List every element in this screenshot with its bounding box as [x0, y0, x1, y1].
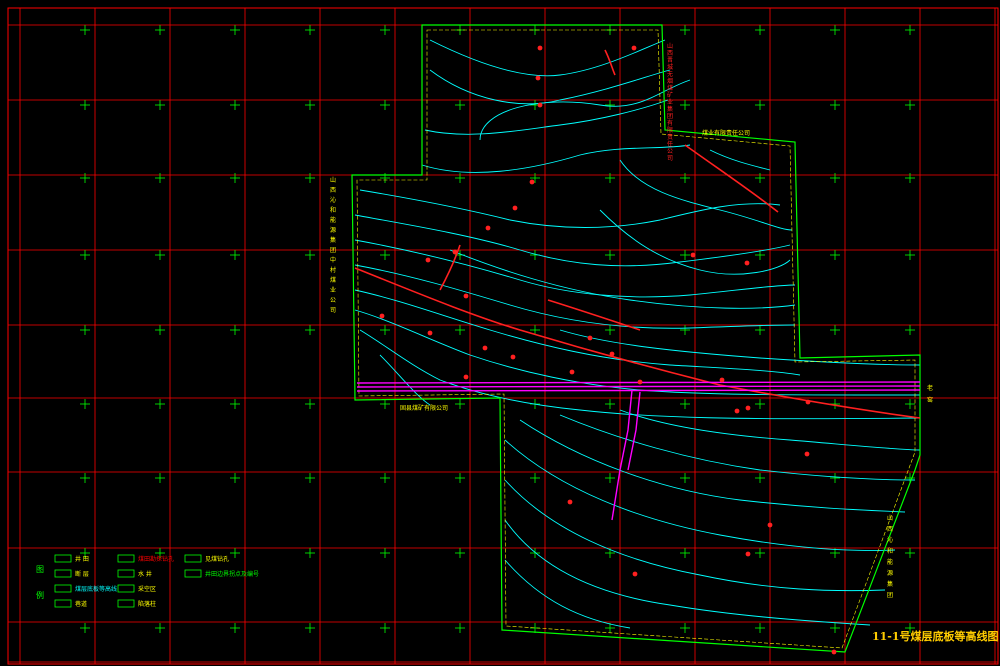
borehole-point: [587, 335, 593, 341]
boundary-label-left: 源: [330, 226, 336, 234]
legend-item-label: 井 田: [75, 555, 89, 563]
boundary-label-top-right: 任: [667, 140, 673, 148]
boundary-label-top-right: 司: [667, 155, 673, 162]
borehole-point: [804, 451, 810, 457]
borehole-point: [734, 408, 740, 414]
borehole-point: [537, 45, 543, 51]
borehole-point: [745, 551, 751, 557]
boundary-label-left: 中: [330, 256, 336, 264]
boundary-label-top-right: 公: [667, 148, 673, 155]
legend-item-label: 断 层: [75, 570, 89, 578]
boundary-label-bottom: 固县煤矿有限公司: [400, 404, 448, 412]
borehole-point: [745, 405, 751, 411]
legend-item-label: 见煤钻孔: [205, 555, 229, 563]
drawing-title: 11-1号煤层底板等高线图: [872, 629, 999, 643]
boundary-label-top-right: 业: [667, 98, 673, 106]
legend-item-label: 煤层底板等高线: [75, 585, 117, 593]
boundary-label-top-right: 烟: [667, 77, 673, 85]
boundary-label-left: 和: [330, 206, 336, 214]
boundary-label-right: 老: [927, 384, 933, 392]
boundary-label-top-right: 有: [667, 119, 673, 127]
boundary-label-top-right: 矿: [667, 91, 673, 99]
roadway-line: [356, 389, 921, 392]
borehole-point: [609, 351, 615, 357]
borehole-point: [485, 225, 491, 231]
borehole-point: [690, 252, 696, 258]
legend-item-label: 水 井: [138, 570, 152, 578]
boundary-label-right-lower: 能: [887, 558, 893, 566]
boundary-label-left: 团: [330, 247, 336, 254]
borehole-point: [805, 399, 811, 405]
legend-item-label: 井田边界拐点及编号: [205, 570, 259, 578]
legend-item-label: 巷道: [75, 600, 87, 608]
boundary-label-top-right: 团: [667, 113, 673, 120]
boundary-label-left: 山: [330, 176, 336, 184]
boundary-label-top-right: 西: [667, 50, 673, 57]
boundary-label-left: 司: [330, 307, 336, 314]
boundary-label-right-lower: 山: [887, 514, 893, 522]
legend-item-label: 采空区: [138, 585, 156, 593]
legend-item-label: 煤田勘探钻孔: [138, 555, 174, 563]
boundary-label-left: 村: [330, 266, 336, 274]
borehole-point: [463, 293, 469, 299]
boundary-label-top-right: 城: [667, 64, 673, 71]
borehole-point: [567, 499, 573, 505]
borehole-point: [744, 260, 750, 266]
boundary-label-right-lower: 源: [887, 569, 893, 577]
boundary-label-left: 业: [330, 286, 336, 294]
borehole-point: [529, 179, 535, 185]
boundary-label-top-right: 限: [667, 126, 673, 134]
boundary-label-left: 西: [330, 187, 336, 194]
boundary-label-top-right: 煤: [667, 84, 673, 92]
borehole-point: [425, 257, 431, 263]
borehole-point: [452, 249, 458, 255]
boundary-label-left: 煤: [330, 276, 336, 284]
borehole-point: [637, 379, 643, 385]
boundary-label-top-right: 集: [667, 105, 673, 113]
boundary-label-top-right: 山: [667, 42, 673, 50]
boundary-label-right-lower: 集: [887, 580, 893, 588]
boundary-label-right-lower: 和: [887, 547, 893, 555]
boundary-label-company: 煤业有限责任公司: [702, 129, 750, 137]
borehole-point: [537, 102, 543, 108]
borehole-point: [482, 345, 488, 351]
legend-heading-char: 例: [36, 590, 44, 600]
boundary-label-right-lower: 沁: [887, 536, 893, 544]
borehole-point: [632, 571, 638, 577]
boundary-label-top-right: 无: [667, 71, 673, 78]
boundary-label-right-lower: 团: [887, 592, 893, 599]
boundary-label-right: 窑: [927, 396, 933, 404]
boundary-label-top-right: 责: [667, 133, 673, 141]
borehole-point: [379, 313, 385, 319]
borehole-point: [512, 205, 518, 211]
boundary-label-top-right: 晋: [667, 57, 673, 64]
legend-heading-char: 图: [36, 565, 44, 574]
borehole-point: [831, 649, 837, 655]
boundary-label-right-lower: 西: [887, 526, 893, 533]
boundary-label-left: 公: [330, 297, 336, 304]
borehole-point: [719, 377, 725, 383]
coal-seam-contour-map: 山西晋城无烟煤矿业集团有限责任公司山西沁和能源集团中村煤业公司老窑山西沁和能源集…: [0, 0, 1000, 666]
boundary-label-left: 能: [330, 216, 336, 224]
borehole-point: [535, 75, 541, 81]
legend-item-label: 陷落柱: [138, 600, 156, 608]
borehole-point: [427, 330, 433, 336]
borehole-point: [767, 522, 773, 528]
borehole-point: [569, 369, 575, 375]
borehole-point: [463, 374, 469, 380]
boundary-label-left: 沁: [330, 196, 336, 204]
borehole-point: [631, 45, 637, 51]
roadway-line: [356, 385, 921, 388]
boundary-label-left: 集: [330, 236, 336, 244]
borehole-point: [510, 354, 516, 360]
